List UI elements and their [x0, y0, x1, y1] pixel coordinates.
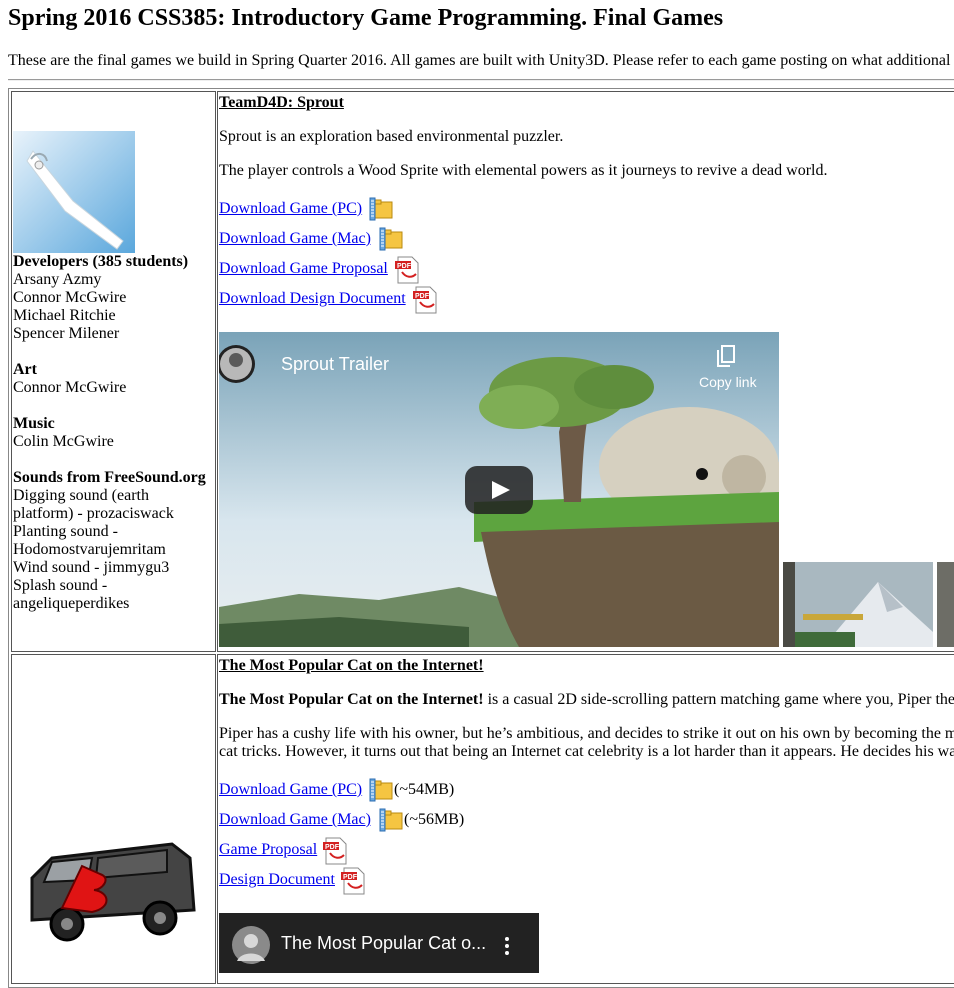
- pdf-icon[interactable]: PDF: [412, 286, 438, 314]
- game1-desc: The player controls a Wood Sprite with e…: [219, 162, 828, 179]
- cat-game-video[interactable]: The Most Popular Cat o...: [219, 913, 539, 973]
- credit-line: Hodomostvarujemritam: [13, 541, 166, 558]
- channel-avatar-icon: [232, 926, 270, 964]
- game2-desc: Piper has a cushy life with his owner, b…: [219, 725, 954, 742]
- sounds-heading: Sounds from FreeSound.org: [13, 469, 206, 486]
- svg-text:PDF: PDF: [343, 874, 358, 881]
- svg-text:PDF: PDF: [397, 263, 412, 270]
- pdf-icon[interactable]: PDF: [394, 256, 420, 284]
- file-size: (~56MB): [404, 811, 465, 828]
- credit-line: Planting sound -: [13, 523, 118, 540]
- download-mac-link[interactable]: Download Game (Mac): [219, 230, 371, 248]
- game1-title: TeamD4D: Sprout: [219, 94, 344, 111]
- game2-desc-rest: is a casual 2D side-scrolling pattern ma…: [483, 691, 954, 708]
- zip-folder-icon[interactable]: [368, 196, 394, 222]
- screenshot-thumbnail[interactable]: [937, 562, 954, 647]
- page-title: Spring 2016 CSS385: Introductory Game Pr…: [8, 5, 724, 31]
- more-options-icon[interactable]: [503, 935, 511, 957]
- music-heading: Music: [13, 415, 55, 432]
- game2-title: The Most Popular Cat on the Internet!: [219, 657, 484, 674]
- play-button[interactable]: [465, 466, 533, 514]
- zip-folder-icon[interactable]: [378, 226, 404, 252]
- credit-line: Wind sound - jimmygu3: [13, 559, 170, 576]
- pdf-icon[interactable]: PDF: [340, 867, 366, 895]
- game1-desc: Sprout is an exploration based environme…: [219, 128, 564, 145]
- video-title[interactable]: The Most Popular Cat o...: [281, 933, 486, 954]
- developers-heading: Developers (385 students): [13, 253, 189, 270]
- pdf-icon[interactable]: PDF: [322, 837, 348, 865]
- zip-folder-icon[interactable]: [368, 777, 394, 803]
- screenshot-thumbnail[interactable]: [783, 562, 933, 647]
- art-heading: Art: [13, 361, 37, 378]
- intro-text: These are the final games we build in Sp…: [8, 52, 951, 69]
- team-logo-van-image: [30, 842, 196, 942]
- game2-desc-bold: The Most Popular Cat on the Internet!: [219, 691, 484, 708]
- download-proposal-link[interactable]: Download Game Proposal: [219, 260, 388, 278]
- credit-line: Splash sound -: [13, 577, 108, 594]
- credit-name: Michael Ritchie: [13, 307, 116, 324]
- download-design-doc-link[interactable]: Download Design Document: [219, 290, 406, 308]
- game2-desc: The Most Popular Cat on the Internet! is…: [219, 691, 954, 709]
- credit-name: Spencer Milener: [13, 325, 120, 342]
- credit-name: Connor McGwire: [13, 289, 127, 306]
- video-title[interactable]: Sprout Trailer: [281, 354, 389, 375]
- file-size: (~54MB): [394, 781, 455, 798]
- game-proposal-link[interactable]: Game Proposal: [219, 841, 317, 859]
- copy-link-label[interactable]: Copy link: [699, 374, 757, 390]
- download-pc-link[interactable]: Download Game (PC): [219, 200, 362, 218]
- credit-name: Arsany Azmy: [13, 271, 102, 288]
- download-mac-link[interactable]: Download Game (Mac): [219, 811, 371, 829]
- download-pc-link[interactable]: Download Game (PC): [219, 781, 362, 799]
- sprout-trailer-video[interactable]: Sprout Trailer Copy link: [219, 332, 779, 647]
- divider: [8, 79, 954, 81]
- credit-line: platform) - prozaciswack: [13, 505, 174, 522]
- credit-line: Digging sound (earth: [13, 487, 149, 504]
- svg-text:PDF: PDF: [325, 844, 340, 851]
- credit-name: Colin McGwire: [13, 433, 114, 450]
- copy-icon[interactable]: [715, 344, 739, 370]
- credit-line: angeliqueperdikes: [13, 595, 130, 612]
- sprout-logo-image: [13, 131, 135, 253]
- design-document-link[interactable]: Design Document: [219, 871, 335, 889]
- game2-desc: cat tricks. However, it turns out that b…: [219, 743, 954, 760]
- credit-name: Connor McGwire: [13, 379, 127, 396]
- zip-folder-icon[interactable]: [378, 807, 404, 833]
- svg-text:PDF: PDF: [415, 293, 430, 300]
